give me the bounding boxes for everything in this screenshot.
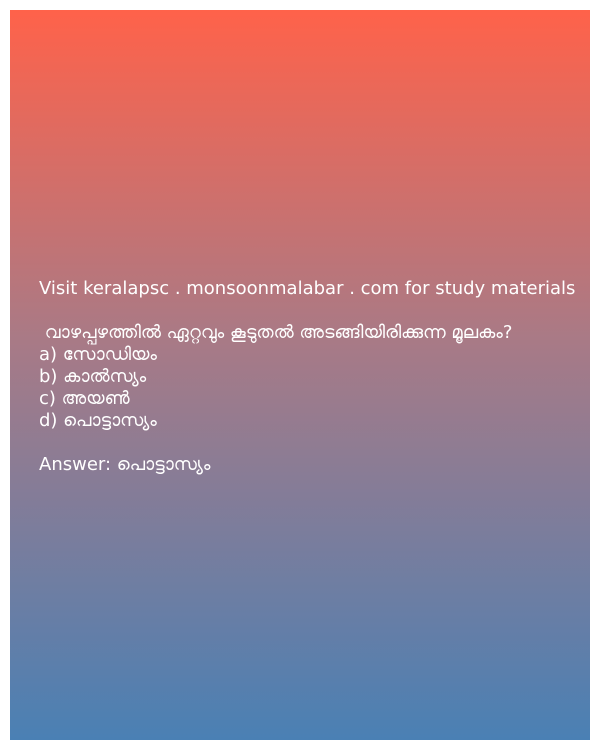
visit-line: Visit keralapsc . monsoonmalabar . com f… [39, 278, 576, 299]
option-b: b) കാൽസ്യം [39, 366, 147, 387]
quiz-card: Visit keralapsc . monsoonmalabar . com f… [10, 10, 590, 740]
option-c: c) അയൺ [39, 388, 130, 409]
question-text: വാഴപ്പഴത്തിൽ ഏറ്റവും കൂടുതൽ അടങ്ങിയിരിക്… [39, 322, 513, 343]
option-d: d) പൊട്ടാസ്യം [39, 410, 157, 431]
quiz-content: Visit keralapsc . monsoonmalabar . com f… [39, 278, 579, 476]
option-a: a) സോഡിയം [39, 344, 157, 365]
answer-text: Answer: പൊട്ടാസ്യം [39, 454, 211, 475]
